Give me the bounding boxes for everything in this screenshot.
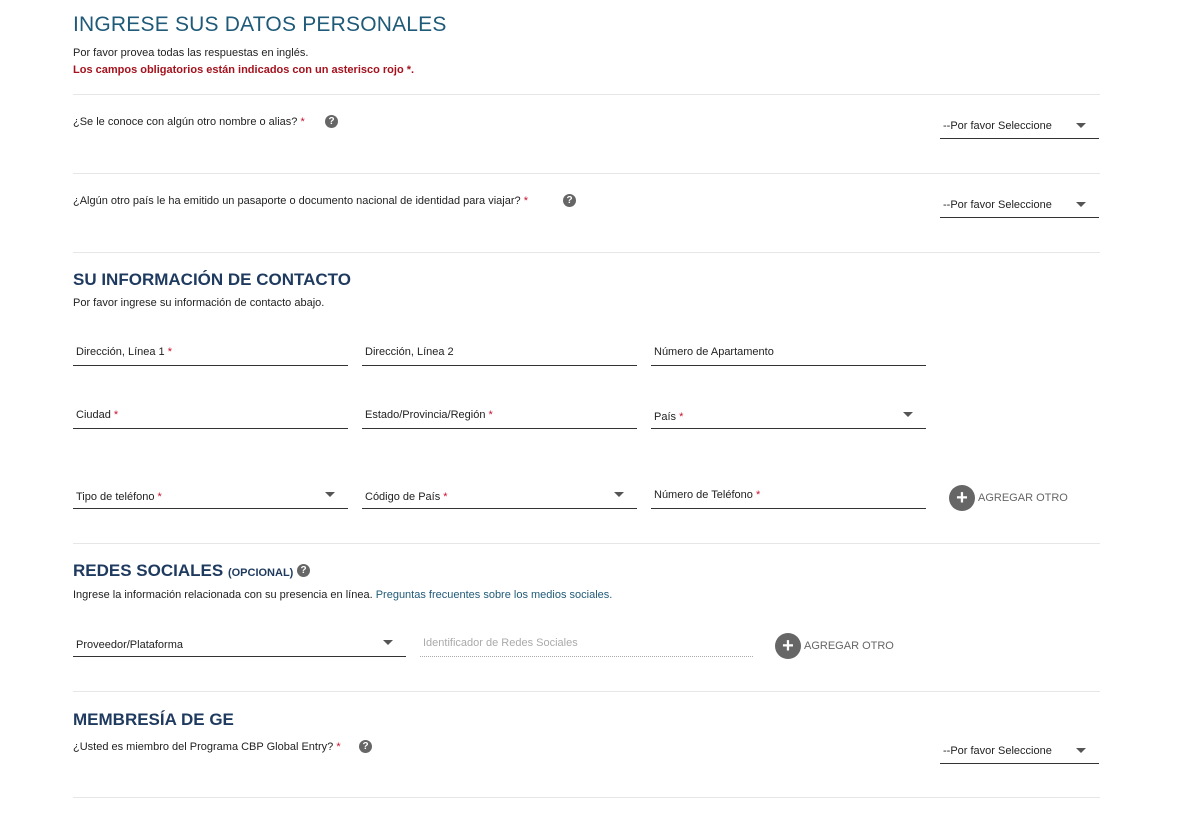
required-asterisk: * bbox=[167, 346, 173, 358]
contact-intro: Por favor ingrese su información de cont… bbox=[73, 297, 325, 309]
chevron-down-icon bbox=[1076, 202, 1086, 207]
phone-type-select[interactable]: Tipo de teléfono * bbox=[73, 482, 348, 509]
state-field[interactable]: Estado/Provincia/Región * bbox=[362, 402, 637, 429]
chevron-down-icon bbox=[903, 412, 913, 417]
address-line2-label: Dirección, Línea 2 bbox=[365, 346, 454, 358]
country-label: País bbox=[654, 411, 677, 423]
social-identifier-field[interactable]: Identificador de Redes Sociales bbox=[420, 630, 753, 657]
ge-section-title: MEMBRESÍA DE GE bbox=[73, 710, 234, 729]
required-asterisk: * bbox=[679, 411, 684, 423]
ge-select[interactable]: --Por favor Seleccione bbox=[940, 741, 1099, 764]
address-line1-field[interactable]: Dirección, Línea 1 * bbox=[73, 339, 348, 366]
address-line1-label: Dirección, Línea 1 bbox=[76, 346, 165, 358]
add-phone-button[interactable]: + AGREGAR OTRO bbox=[949, 485, 1069, 513]
social-intro: Ingrese la información relacionada con s… bbox=[73, 589, 612, 601]
phone-number-label: Número de Teléfono bbox=[654, 489, 753, 501]
optional-tag: (OPCIONAL) bbox=[227, 567, 294, 579]
ge-question: ¿Usted es miembro del Programa CBP Globa… bbox=[73, 741, 341, 753]
divider bbox=[73, 797, 1100, 798]
add-phone-label: AGREGAR OTRO bbox=[978, 492, 1068, 504]
alias-question-label: ¿Se le conoce con algún otro nombre o al… bbox=[73, 116, 298, 128]
social-section-title: REDES SOCIALES (OPCIONAL) bbox=[73, 561, 293, 581]
divider bbox=[73, 252, 1100, 253]
ge-question-label: ¿Usted es miembro del Programa CBP Globa… bbox=[73, 741, 334, 753]
apartment-number-label: Número de Apartamento bbox=[654, 346, 774, 358]
chevron-down-icon bbox=[383, 640, 393, 645]
chevron-down-icon bbox=[325, 492, 335, 497]
apartment-number-field[interactable]: Número de Apartamento bbox=[651, 339, 926, 366]
contact-section-title: SU INFORMACIÓN DE CONTACTO bbox=[73, 270, 351, 289]
help-icon[interactable]: ? bbox=[563, 194, 576, 207]
chevron-down-icon bbox=[1076, 123, 1086, 128]
alias-select[interactable]: --Por favor Seleccione bbox=[940, 116, 1099, 139]
state-label: Estado/Provincia/Región bbox=[365, 409, 486, 421]
chevron-down-icon bbox=[614, 492, 624, 497]
phone-type-label: Tipo de teléfono bbox=[76, 491, 155, 503]
country-code-select[interactable]: Código de País * bbox=[362, 482, 637, 509]
required-fields-note: Los campos obligatorios están indicados … bbox=[73, 64, 415, 76]
address-line2-field[interactable]: Dirección, Línea 2 bbox=[362, 339, 637, 366]
social-provider-label: Proveedor/Plataforma bbox=[76, 639, 183, 651]
personal-section-title: INGRESE SUS DATOS PERSONALES bbox=[73, 13, 447, 36]
social-faq-link[interactable]: Preguntas frecuentes sobre los medios so… bbox=[376, 589, 613, 601]
ge-select-value: --Por favor Seleccione bbox=[943, 745, 1052, 757]
required-asterisk: * bbox=[113, 409, 119, 421]
social-identifier-placeholder: Identificador de Redes Sociales bbox=[423, 637, 578, 649]
chevron-down-icon bbox=[1076, 748, 1086, 753]
required-asterisk: * bbox=[488, 409, 493, 421]
passport-question: ¿Algún otro país le ha emitido un pasapo… bbox=[73, 195, 528, 207]
alias-select-value: --Por favor Seleccione bbox=[943, 120, 1052, 132]
required-asterisk: * bbox=[523, 195, 528, 207]
required-asterisk: * bbox=[300, 116, 305, 128]
required-asterisk: * bbox=[336, 741, 341, 753]
help-icon[interactable]: ? bbox=[359, 740, 372, 753]
plus-icon: + bbox=[949, 485, 975, 511]
add-social-button[interactable]: + AGREGAR OTRO bbox=[775, 633, 895, 661]
required-asterisk: * bbox=[443, 491, 448, 503]
passport-select[interactable]: --Por favor Seleccione bbox=[940, 195, 1099, 218]
passport-select-value: --Por favor Seleccione bbox=[943, 199, 1052, 211]
phone-number-field[interactable]: Número de Teléfono * bbox=[651, 482, 926, 509]
divider bbox=[73, 173, 1100, 174]
country-code-label: Código de País bbox=[365, 491, 441, 503]
country-select[interactable]: País * bbox=[651, 402, 926, 429]
social-provider-select[interactable]: Proveedor/Plataforma bbox=[73, 630, 406, 657]
divider bbox=[73, 94, 1100, 95]
plus-icon: + bbox=[775, 633, 801, 659]
add-social-label: AGREGAR OTRO bbox=[804, 640, 894, 652]
divider bbox=[73, 543, 1100, 544]
social-title-text: REDES SOCIALES bbox=[73, 561, 224, 580]
city-field[interactable]: Ciudad * bbox=[73, 402, 348, 429]
divider bbox=[73, 691, 1100, 692]
required-asterisk: * bbox=[755, 489, 761, 501]
required-asterisk: * bbox=[157, 491, 162, 503]
alias-question: ¿Se le conoce con algún otro nombre o al… bbox=[73, 116, 305, 128]
personal-intro: Por favor provea todas las respuestas en… bbox=[73, 47, 309, 59]
social-intro-text: Ingrese la información relacionada con s… bbox=[73, 589, 373, 601]
help-icon[interactable]: ? bbox=[297, 564, 310, 577]
passport-question-label: ¿Algún otro país le ha emitido un pasapo… bbox=[73, 195, 521, 207]
city-label: Ciudad bbox=[76, 409, 111, 421]
help-icon[interactable]: ? bbox=[325, 115, 338, 128]
